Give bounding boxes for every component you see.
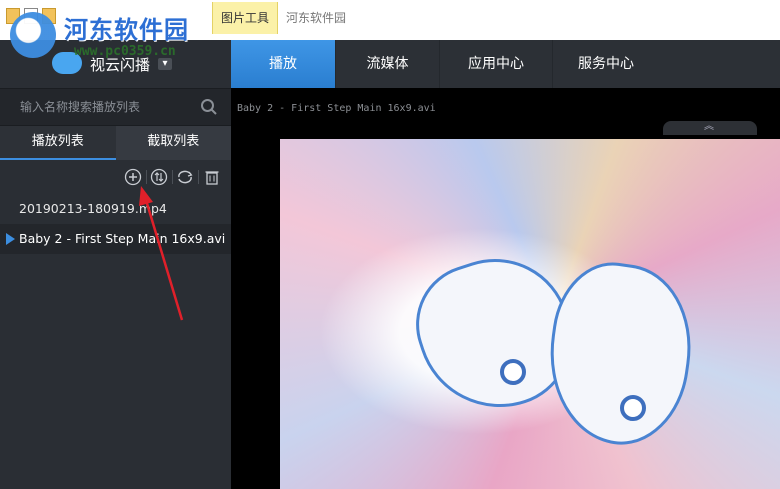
chevron-up-icon: ︽ — [704, 121, 714, 132]
list-item[interactable]: 20190213-180919.mp4 — [0, 194, 231, 224]
sidebar-tabs: 播放列表 截取列表 — [0, 126, 231, 160]
video-content-anchor — [500, 359, 526, 385]
toolbar-divider — [172, 170, 173, 184]
tab-play[interactable]: 播放 — [231, 40, 335, 88]
playlist-toolbar — [0, 164, 231, 190]
ribbon-tabs: 图片工具 河东软件园 — [212, 2, 354, 34]
sort-icon[interactable] — [150, 168, 168, 186]
tab-streaming[interactable]: 流媒体 — [335, 40, 439, 88]
tab-playlist[interactable]: 播放列表 — [0, 126, 116, 160]
collapse-panel-button[interactable]: ︽ — [663, 121, 757, 135]
toolbar-divider — [146, 170, 147, 184]
sidebar: 视云闪播 ▾ 播放列表 截取列表 — [0, 40, 231, 489]
toolbar-divider — [198, 170, 199, 184]
video-file-title: Baby 2 - First Step Main 16x9.avi — [237, 103, 436, 114]
watermark-url: www.pc0359.cn — [74, 44, 176, 59]
main-nav: 播放 流媒体 应用中心 服务中心 — [231, 40, 780, 88]
tab-service-center[interactable]: 服务中心 — [552, 40, 659, 88]
list-item-playing[interactable]: Baby 2 - First Step Main 16x9.avi — [0, 224, 231, 254]
tab-captures[interactable]: 截取列表 — [115, 126, 231, 160]
chevron-down-icon[interactable]: ▾ — [158, 58, 172, 70]
play-indicator-icon — [6, 233, 15, 245]
watermark-logo — [10, 12, 56, 58]
trash-icon[interactable] — [203, 168, 221, 186]
watermark-name: 河东软件园 — [64, 15, 189, 44]
playlist-item-name: Baby 2 - First Step Main 16x9.avi — [19, 231, 226, 246]
playlist-item-name: 20190213-180919.mp4 — [19, 201, 167, 216]
ribbon-tab-picture-tools[interactable]: 图片工具 — [212, 2, 279, 34]
window-title: 河东软件园 — [286, 11, 347, 25]
main-area: 播放 流媒体 应用中心 服务中心 Baby 2 - First Step Mai… — [231, 40, 780, 489]
tab-app-center[interactable]: 应用中心 — [439, 40, 552, 88]
video-player[interactable]: Baby 2 - First Step Main 16x9.avi ︽ — [231, 88, 780, 489]
loop-icon[interactable] — [176, 168, 194, 186]
search-icon[interactable] — [200, 98, 218, 116]
video-content-anchor — [620, 395, 646, 421]
add-icon[interactable] — [124, 168, 142, 186]
playlist: 20190213-180919.mp4 Baby 2 - First Step … — [0, 194, 231, 254]
playlist-search — [0, 88, 231, 126]
search-input[interactable] — [20, 97, 190, 117]
video-frame — [280, 139, 780, 489]
video-content-shoe — [538, 255, 702, 453]
